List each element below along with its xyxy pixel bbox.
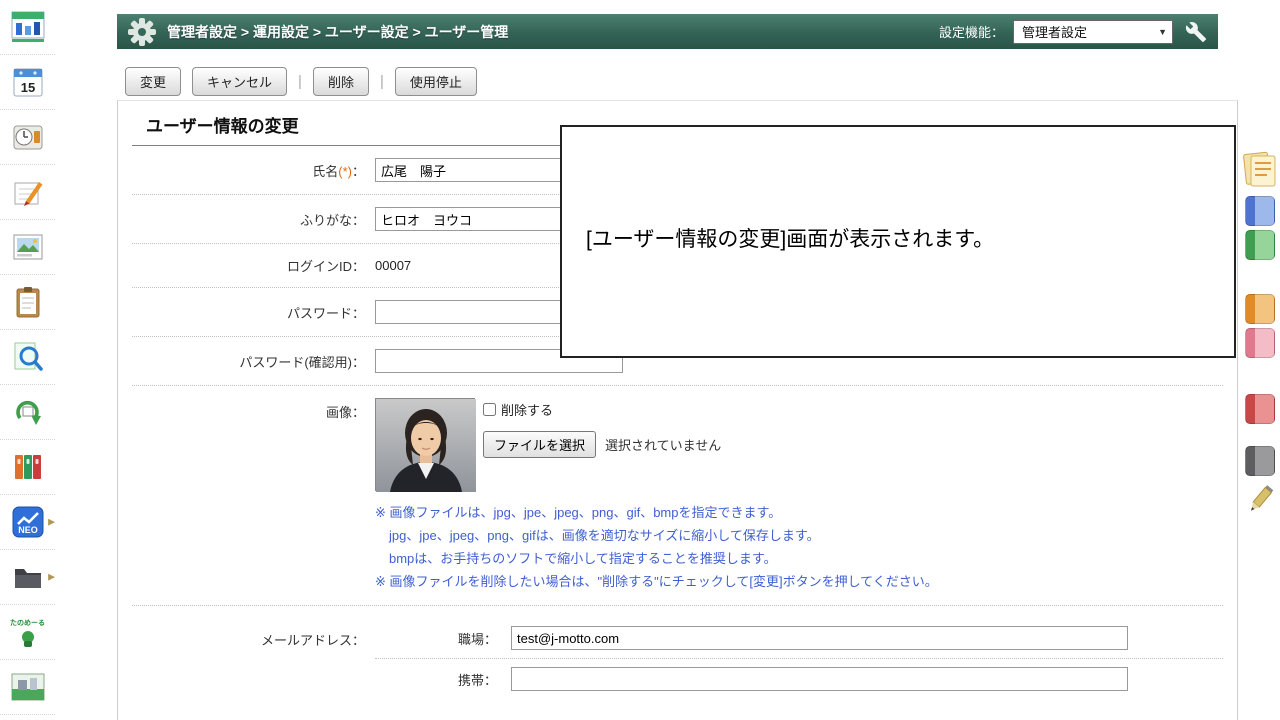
password-label: パスワード： bbox=[132, 303, 365, 322]
chevron-down-icon: ▼ bbox=[1158, 27, 1167, 37]
quick-tile-gray-icon[interactable] bbox=[1245, 446, 1275, 476]
gear-icon bbox=[127, 17, 157, 47]
quick-tile-orange-icon[interactable] bbox=[1245, 294, 1275, 324]
sidebar-item-memo[interactable] bbox=[0, 165, 55, 220]
user-photo bbox=[375, 398, 475, 491]
header-bar: 管理者設定 > 運用設定 > ユーザー設定 > ユーザー管理 設定機能： 管理者… bbox=[117, 14, 1218, 49]
expand-arrow-icon[interactable]: ▶ bbox=[48, 517, 55, 528]
toolbar-separator: | bbox=[298, 73, 302, 90]
email-work-input[interactable] bbox=[511, 626, 1128, 650]
quick-tile-green-icon[interactable] bbox=[1245, 230, 1275, 260]
image-note: ※ 画像ファイルを削除したい場合は、"削除する"にチェックして[変更]ボタンを押… bbox=[375, 570, 938, 593]
sidebar-item-gallery[interactable] bbox=[0, 660, 55, 715]
password-confirm-label: パスワード(確認用)： bbox=[132, 352, 365, 371]
sidebar-item-schedule[interactable]: 15 bbox=[0, 55, 55, 110]
sidebar-item-folder[interactable]: ▶ bbox=[0, 550, 55, 605]
wrench-icon[interactable] bbox=[1182, 18, 1210, 46]
neo-icon: NEO bbox=[11, 505, 45, 539]
quick-tile-blue-icon[interactable] bbox=[1245, 196, 1275, 226]
image-note: bmpは、お手持ちのソフトで縮小して指定することを推奨します。 bbox=[375, 547, 938, 570]
suspend-button[interactable]: 使用停止 bbox=[395, 67, 477, 96]
sidebar-item-document[interactable] bbox=[0, 275, 55, 330]
quick-tile-red-icon[interactable] bbox=[1245, 394, 1275, 424]
email-label: メールアドレス： bbox=[132, 618, 365, 649]
sidebar-item-tanomeru[interactable]: たのめーる bbox=[0, 605, 55, 660]
calendar-icon: 15 bbox=[11, 65, 45, 99]
cancel-button[interactable]: キャンセル bbox=[192, 67, 287, 96]
documents-icon[interactable] bbox=[1243, 150, 1277, 188]
setting-function-label: 設定機能： bbox=[939, 22, 1004, 41]
name-label: 氏名(*)： bbox=[132, 161, 365, 180]
clipboard-icon bbox=[11, 285, 45, 319]
sidebar-item-circulation[interactable] bbox=[0, 385, 55, 440]
delete-image-label: 削除する bbox=[501, 400, 553, 419]
tanomeru-label: たのめーる bbox=[10, 618, 45, 628]
image-notes: ※ 画像ファイルは、jpg、jpe、jpeg、png、gif、bmpを指定できま… bbox=[375, 501, 938, 593]
breadcrumb: 管理者設定 > 運用設定 > ユーザー設定 > ユーザー管理 bbox=[167, 22, 508, 42]
cabinet-icon bbox=[11, 450, 45, 484]
furigana-label: ふりがな： bbox=[132, 210, 365, 229]
email-mobile-input[interactable] bbox=[511, 667, 1128, 691]
right-sidebar bbox=[1242, 150, 1278, 516]
required-mark: (*) bbox=[338, 164, 352, 179]
pencil-icon[interactable] bbox=[1245, 484, 1275, 516]
email-mobile-row: 携帯： bbox=[375, 659, 1223, 699]
file-status-text: 選択されていません bbox=[605, 435, 721, 454]
annotation-callout: [ユーザー情報の変更]画面が表示されます。 bbox=[560, 125, 1236, 358]
email-work-label: 職場： bbox=[375, 629, 497, 648]
sidebar-item-timecard[interactable] bbox=[0, 110, 55, 165]
image-note: jpg、jpe、jpeg、png、gifは、画像を適切なサイズに縮小して保存しま… bbox=[375, 524, 938, 547]
sidebar-item-portal[interactable] bbox=[0, 0, 55, 55]
expand-arrow-icon[interactable]: ▶ bbox=[48, 572, 55, 583]
bulletin-icon bbox=[11, 230, 45, 264]
form-row-image: 画像： bbox=[132, 386, 1223, 606]
gallery-icon bbox=[10, 672, 46, 702]
choose-file-button[interactable]: ファイルを選択 bbox=[483, 431, 596, 458]
email-work-row: 職場： bbox=[375, 618, 1223, 659]
setting-function-selected-value: 管理者設定 bbox=[1022, 22, 1087, 41]
email-mobile-label: 携帯： bbox=[375, 670, 497, 689]
sidebar-item-neo[interactable]: NEO ▶ bbox=[0, 495, 55, 550]
image-note: ※ 画像ファイルは、jpg、jpe、jpeg、png、gif、bmpを指定できま… bbox=[375, 501, 938, 524]
sidebar-item-cabinet[interactable] bbox=[0, 440, 55, 495]
login-id-label: ログインID： bbox=[132, 256, 365, 275]
quick-tile-pink-icon[interactable] bbox=[1245, 328, 1275, 358]
change-button[interactable]: 変更 bbox=[125, 67, 181, 96]
toolbar-separator: | bbox=[380, 73, 384, 90]
search-icon bbox=[11, 340, 45, 374]
sidebar-item-search[interactable] bbox=[0, 330, 55, 385]
portal-icon bbox=[10, 10, 46, 44]
image-label: 画像： bbox=[132, 398, 365, 421]
circulation-icon bbox=[11, 395, 45, 429]
folder-icon bbox=[11, 560, 45, 594]
memo-icon bbox=[11, 175, 45, 209]
clock-icon bbox=[11, 120, 45, 154]
tanomeru-icon: たのめーる bbox=[10, 618, 45, 647]
calendar-day-label: 15 bbox=[20, 80, 34, 95]
delete-button[interactable]: 削除 bbox=[313, 67, 369, 96]
left-sidebar: 15 bbox=[0, 0, 55, 720]
setting-function-select[interactable]: 管理者設定 ▼ bbox=[1013, 20, 1173, 44]
sidebar-item-bulletin[interactable] bbox=[0, 220, 55, 275]
app-window: 15 bbox=[0, 0, 1280, 720]
login-id-value: 00007 bbox=[375, 258, 411, 273]
form-row-email: メールアドレス： 職場： 携帯： bbox=[132, 606, 1223, 711]
delete-image-checkbox[interactable] bbox=[483, 403, 496, 416]
neo-label: NEO bbox=[18, 525, 38, 535]
toolbar: 変更 キャンセル | 削除 | 使用停止 bbox=[125, 67, 477, 96]
annotation-callout-text: [ユーザー情報の変更]画面が表示されます。 bbox=[586, 228, 994, 251]
